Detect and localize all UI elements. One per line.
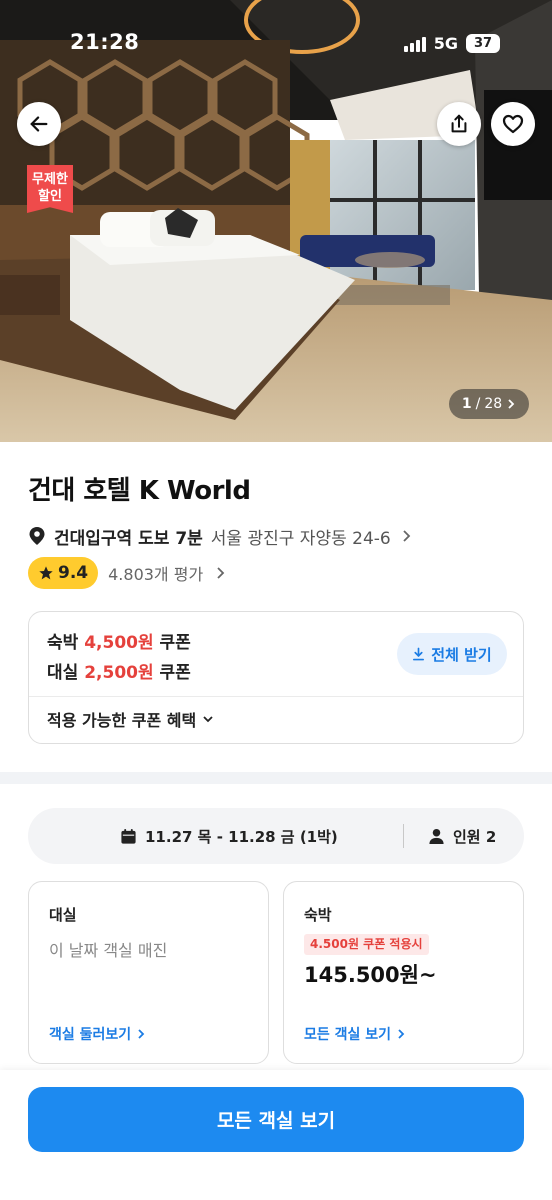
photo-counter-separator: /: [475, 396, 481, 412]
back-button[interactable]: [17, 102, 61, 146]
heart-icon: [502, 114, 524, 134]
rent-card-title: 대실: [49, 906, 77, 924]
share-button[interactable]: [437, 102, 481, 146]
rent-coupon-line: 대실 2,500원 쿠폰: [47, 658, 191, 683]
rent-coupon-label: 대실: [47, 663, 79, 683]
chevron-right-icon: [138, 1029, 145, 1039]
promo-badge-line2: 할인: [38, 189, 62, 204]
stay-coupon-word: 쿠폰: [159, 633, 191, 653]
rent-coupon-amount: 2,500원: [84, 663, 154, 683]
share-icon: [451, 114, 467, 133]
photo-counter-total: 28: [484, 396, 503, 412]
chevron-right-icon: [508, 399, 515, 409]
stay-coupon-line: 숙박 4,500원 쿠폰: [47, 628, 191, 653]
review-count: 4.803개 평가: [108, 565, 204, 584]
stay-card-title: 숙박: [304, 906, 332, 924]
download-icon: [413, 647, 425, 661]
browse-rooms-link[interactable]: 객실 둘러보기: [49, 1024, 145, 1044]
coupon-benefit-label: 적용 가능한 쿠폰 혜택: [47, 711, 197, 730]
chevron-down-icon: [203, 716, 213, 723]
guest-count: 인원 2: [453, 827, 497, 846]
stay-dates: 11.27 목 - 11.28 금 (1박): [145, 827, 338, 846]
guest-selector[interactable]: 인원 2: [428, 808, 496, 864]
signal-icon: [403, 36, 426, 52]
chevron-right-icon: [398, 1029, 405, 1039]
coupon-card: 숙박 4,500원 쿠폰 대실 2,500원 쿠폰 전체 받기 적용 가능한 쿠…: [28, 611, 524, 744]
calendar-icon: [121, 828, 136, 844]
stay-coupon-label: 숙박: [47, 633, 79, 653]
download-all-label: 전체 받기: [431, 645, 492, 664]
download-all-coupons-button[interactable]: 전체 받기: [397, 633, 507, 675]
date-selector[interactable]: 11.27 목 - 11.28 금 (1박): [120, 808, 338, 864]
network-type: 5G: [433, 34, 458, 53]
favorite-button[interactable]: [491, 102, 535, 146]
battery-icon: 37: [466, 34, 500, 53]
rating-row[interactable]: 9.4 4.803개 평가: [28, 557, 225, 589]
stay-coupon-tag: 4.500원 쿠폰 적용시: [304, 934, 429, 955]
view-all-rooms-button[interactable]: 모든 객실 보기: [28, 1087, 524, 1152]
section-divider: [0, 772, 552, 784]
view-all-rooms-link[interactable]: 모든 객실 보기: [304, 1024, 405, 1044]
location-row[interactable]: 건대입구역 도보 7분 서울 광진구 자양동 24-6: [28, 523, 411, 549]
status-bar: 21:28 5G 37: [0, 26, 552, 66]
chevron-right-icon: [215, 566, 225, 580]
rent-coupon-word: 쿠폰: [159, 663, 191, 683]
photo-counter-current: 1: [461, 396, 472, 412]
chevron-right-icon: [401, 529, 411, 543]
stay-price: 145.500원~: [304, 963, 437, 987]
hotel-name: 건대 호텔 K World: [28, 476, 251, 506]
rating-badge: 9.4: [28, 557, 99, 589]
hotel-photo-gallery[interactable]: 21:28 5G 37 무제한 할인 1 / 28: [0, 0, 552, 442]
photo-counter[interactable]: 1 / 28: [449, 389, 529, 419]
coupon-divider: [29, 696, 523, 697]
stay-room-card[interactable]: 숙박 4.500원 쿠폰 적용시 145.500원~ 모든 객실 보기: [283, 881, 524, 1064]
browse-rooms-label: 객실 둘러보기: [49, 1027, 132, 1043]
date-guest-separator: [403, 824, 404, 848]
status-time: 21:28: [70, 30, 140, 54]
hotel-room-photo: [0, 0, 552, 442]
hotel-address: 서울 광진구 자양동 24-6: [210, 528, 391, 549]
date-guest-selector: 11.27 목 - 11.28 금 (1박) 인원 2: [28, 808, 524, 864]
rating-score: 9.4: [58, 563, 89, 583]
coupon-benefit-toggle[interactable]: 적용 가능한 쿠폰 혜택: [47, 707, 214, 731]
promo-badge-line1: 무제한: [32, 172, 68, 187]
rent-room-card[interactable]: 대실 이 날짜 객실 매진 객실 둘러보기: [28, 881, 269, 1064]
view-all-rooms-label: 모든 객실 보기: [304, 1027, 392, 1043]
person-icon: [429, 828, 444, 844]
promo-badge: 무제한 할인: [27, 165, 73, 213]
stay-coupon-amount: 4,500원: [84, 633, 154, 653]
nearby-station: 건대입구역 도보 7분: [54, 528, 203, 549]
star-icon: [39, 566, 53, 580]
back-arrow-icon: [30, 116, 48, 132]
location-pin-icon: [29, 527, 45, 545]
rent-soldout-text: 이 날짜 객실 매진: [49, 941, 168, 960]
status-indicators: 5G 37: [403, 34, 500, 53]
